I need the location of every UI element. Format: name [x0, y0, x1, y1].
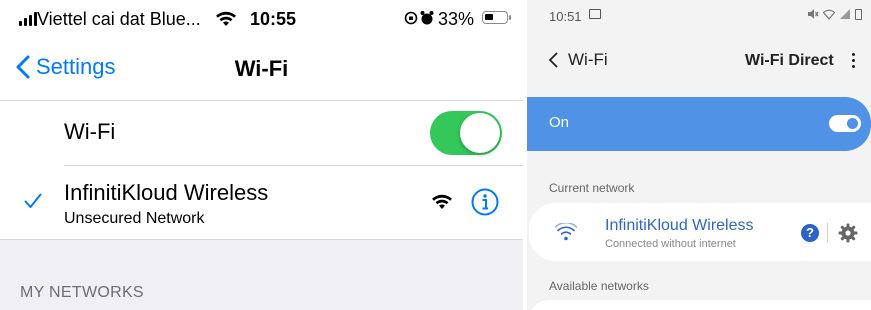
- info-icon[interactable]: [470, 187, 500, 217]
- android-status-bar: 10:51: [527, 0, 871, 30]
- section-header: MY NETWORKS: [20, 284, 144, 301]
- toggle-knob: [460, 113, 500, 153]
- page-title: Wi-Fi: [234, 56, 289, 81]
- checkmark-icon: [24, 193, 42, 208]
- chevron-left-icon: [549, 52, 558, 68]
- gear-icon[interactable]: [838, 223, 858, 243]
- gallery-notification-icon: [589, 9, 601, 19]
- help-icon[interactable]: ?: [801, 224, 819, 242]
- battery-icon: [855, 8, 862, 20]
- battery-nub: [509, 15, 511, 20]
- alarm-icon: [420, 11, 434, 25]
- wifi-on-switch-bar[interactable]: On: [527, 97, 871, 151]
- status-time: 10:51: [549, 9, 582, 24]
- signal-icon: [840, 9, 850, 19]
- back-label: Wi-Fi: [568, 50, 608, 69]
- network-name: InfinitiKloud Wireless: [64, 180, 269, 205]
- android-wifi-screen: 10:51 Wi-Fi Wi-Fi Direct On Current netw…: [527, 0, 871, 310]
- available-networks-card: [529, 300, 871, 310]
- cellular-signal-icon: [19, 12, 37, 26]
- network-name: InfinitiKloud Wireless: [605, 217, 754, 234]
- battery-percentage: 33%: [438, 9, 475, 29]
- current-network-card[interactable]: InfinitiKloud Wireless Connected without…: [529, 203, 871, 261]
- network-subtitle: Connected without internet: [605, 238, 736, 250]
- android-app-bar: Wi-Fi Wi-Fi Direct: [527, 44, 871, 80]
- network-subtitle: Unsecured Network: [64, 210, 205, 227]
- wifi-back-button[interactable]: Wi-Fi: [549, 50, 608, 70]
- status-icons: [807, 8, 862, 20]
- status-time: 10:55: [250, 9, 297, 29]
- available-networks-header: Available networks: [549, 279, 649, 293]
- wifi-status-icon: [823, 9, 835, 20]
- wifi-signal-icon: [555, 223, 577, 241]
- carrier-name: Viettel cai dat Blue...: [37, 9, 201, 29]
- switch-knob: [847, 118, 858, 129]
- my-networks-section: MY NETWORKS: [0, 240, 523, 310]
- wifi-toggle-label: Wi-Fi: [64, 119, 116, 144]
- ios-wifi-screen: Viettel cai dat Blue... 10:55 33% Settin…: [0, 0, 523, 310]
- more-options-icon[interactable]: [847, 50, 859, 74]
- ios-status-bar: Viettel cai dat Blue... 10:55 33%: [0, 0, 523, 38]
- wifi-signal-icon: [432, 194, 452, 209]
- mute-icon: [808, 9, 819, 19]
- wifi-status-icon: [216, 11, 236, 26]
- wifi-direct-button[interactable]: Wi-Fi Direct: [745, 52, 834, 70]
- current-network-row[interactable]: InfinitiKloud Wireless Unsecured Network: [0, 166, 523, 239]
- current-network-header: Current network: [549, 181, 635, 195]
- ios-navigation-bar: Settings Wi-Fi: [0, 38, 523, 101]
- orientation-lock-icon: [404, 11, 418, 25]
- wifi-switch[interactable]: [829, 115, 861, 132]
- battery-icon: [482, 11, 508, 24]
- wifi-toggle-switch[interactable]: [430, 111, 502, 155]
- divider: [827, 223, 828, 243]
- on-label: On: [549, 114, 570, 131]
